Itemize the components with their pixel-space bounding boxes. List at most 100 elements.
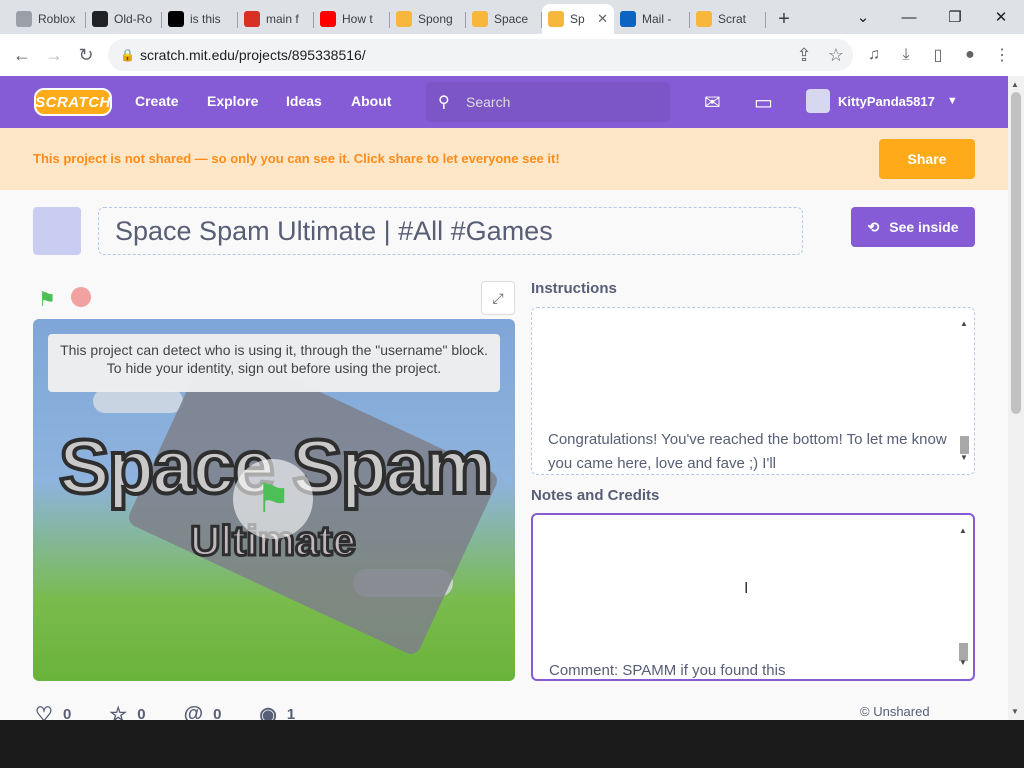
messages-icon[interactable]: ✉ — [704, 90, 721, 115]
chevron-down-icon: ▼ — [946, 95, 958, 107]
bookmark-icon — [244, 11, 260, 27]
search-input[interactable]: ⚲ Search — [426, 82, 670, 122]
menu-icon[interactable]: ⋮ — [986, 39, 1018, 71]
browser-tab[interactable]: Old-Ro — [86, 4, 162, 34]
notes-scrollbar[interactable]: ▲ ▼ — [955, 515, 971, 679]
scratch-icon — [472, 11, 488, 27]
side-panel-icon[interactable]: ▯ — [922, 39, 954, 71]
youtube-icon — [320, 11, 336, 27]
close-tab-icon[interactable]: ✕ — [597, 11, 608, 27]
tab-search-icon[interactable]: ⌄ — [840, 0, 886, 34]
see-inside-button[interactable]: ⟲ See inside — [851, 207, 975, 247]
nav-ideas[interactable]: Ideas — [286, 93, 322, 109]
notes-text: Comment: SPAMM if you found this — [549, 662, 786, 679]
avatar — [806, 89, 830, 113]
views-count: 1 — [286, 706, 296, 720]
remix-arrows-icon: ⟲ — [867, 218, 880, 235]
page-scrollbar[interactable]: ▲ ▼ — [1008, 76, 1024, 720]
loves-count: 0 — [62, 706, 72, 720]
browser-tab[interactable]: How t — [314, 4, 390, 34]
scroll-down-icon[interactable]: ▼ — [959, 651, 967, 675]
minimize-button[interactable]: — — [886, 0, 932, 34]
see-inside-label: See inside — [889, 219, 959, 235]
tab-label: Spong — [418, 12, 453, 26]
nav-about[interactable]: About — [351, 93, 391, 109]
bookmark-star-icon[interactable]: ☆ — [820, 39, 852, 71]
tab-label: Old-Ro — [114, 12, 153, 26]
back-button[interactable]: ← — [6, 39, 38, 71]
notes-heading: Notes and Credits — [531, 487, 660, 504]
scratch-logo[interactable]: SCRATCH — [34, 88, 112, 116]
tab-label: How t — [342, 12, 373, 26]
stop-sign-icon[interactable] — [71, 287, 91, 307]
taskbar — [0, 720, 1024, 768]
browser-tab[interactable]: is this — [162, 4, 238, 34]
instructions-heading: Instructions — [531, 280, 617, 297]
media-icon[interactable]: ♫ — [858, 39, 890, 71]
page-scroll-thumb[interactable] — [1011, 92, 1021, 414]
instructions-scrollbar[interactable]: ▲ ▼ — [956, 308, 972, 474]
unshared-label: Unshared — [873, 704, 930, 719]
scroll-down-icon[interactable]: ▼ — [960, 446, 968, 470]
remixes-count: 0 — [213, 706, 222, 720]
cloud-decoration — [93, 389, 183, 413]
browser-tab[interactable]: Scrat — [690, 4, 766, 34]
start-green-flag-icon[interactable]: ⚑ — [233, 459, 313, 539]
unshared-status: © Unshared — [860, 704, 930, 719]
fullscreen-icon[interactable]: ⤢ — [481, 281, 515, 315]
favorite-star-icon[interactable]: ☆ — [109, 702, 127, 720]
tab-label: Sp — [570, 12, 585, 26]
search-icon: ⚲ — [438, 94, 450, 111]
scroll-down-icon[interactable]: ▼ — [1011, 707, 1019, 716]
tab-label: Mail - — [642, 12, 672, 26]
views-eye-icon: ◉ — [259, 704, 277, 720]
browser-tab[interactable]: main f — [238, 4, 314, 34]
project-author-avatar[interactable] — [33, 207, 81, 255]
notes-textarea[interactable]: Comment: SPAMM if you found this ▲ ▼ — [531, 513, 975, 681]
download-icon[interactable]: ⤓ — [890, 39, 922, 71]
maximize-button[interactable]: ❐ — [932, 0, 978, 34]
browser-tab[interactable]: Sp ✕ — [542, 4, 614, 34]
nav-create[interactable]: Create — [135, 93, 179, 109]
browser-tab[interactable]: Space — [466, 4, 542, 34]
share-page-icon[interactable]: ⇪ — [788, 39, 820, 71]
outlook-icon — [620, 11, 636, 27]
project-stage[interactable]: Space Spam Ultimate ⚑ This project can d… — [33, 319, 515, 681]
scroll-up-icon[interactable]: ▲ — [959, 519, 967, 543]
nav-explore[interactable]: Explore — [207, 93, 258, 109]
instructions-textarea[interactable]: Congratulations! You've reached the bott… — [531, 307, 975, 475]
scratch-navbar: SCRATCH Create Explore Ideas About ⚲ Sea… — [0, 76, 1008, 128]
share-button[interactable]: Share — [879, 139, 975, 179]
instructions-text: Congratulations! You've reached the bott… — [548, 431, 947, 472]
browser-tab[interactable]: Mail - — [614, 4, 690, 34]
not-shared-banner: This project is not shared — so only you… — [0, 128, 1008, 190]
page-content: SCRATCH Create Explore Ideas About ⚲ Sea… — [0, 76, 1008, 720]
tab-label: Scrat — [718, 12, 747, 26]
user-menu[interactable]: KittyPanda5817 ▼ — [806, 89, 958, 113]
scratch-icon — [696, 11, 712, 27]
love-heart-icon[interactable]: ♡ — [35, 702, 53, 720]
profile-icon[interactable]: ● — [954, 39, 986, 71]
scratch-icon — [396, 11, 412, 27]
tab-label: main f — [266, 12, 299, 26]
new-tab-button[interactable]: + — [766, 4, 802, 34]
address-toolbar: ← → ↻ 🔒 scratch.mit.edu/projects/8953385… — [0, 34, 1024, 76]
tab-label: Space — [494, 12, 529, 26]
forward-button[interactable]: → — [38, 39, 70, 71]
banner-message: This project is not shared — so only you… — [33, 151, 560, 166]
close-window-button[interactable]: ✕ — [978, 0, 1024, 34]
my-stuff-folder-icon[interactable]: ▭ — [754, 90, 773, 115]
browser-tab[interactable]: Spong — [390, 4, 466, 34]
username: KittyPanda5817 — [838, 93, 935, 109]
lock-icon: 🔒 — [120, 48, 135, 62]
remix-spiral-icon: @ — [183, 703, 204, 720]
reload-button[interactable]: ↻ — [70, 39, 102, 71]
project-title-input[interactable]: Space Spam Ultimate | #All #Games — [98, 207, 803, 255]
address-bar[interactable]: 🔒 scratch.mit.edu/projects/895338516/ — [108, 39, 853, 71]
scroll-up-icon[interactable]: ▲ — [1011, 80, 1019, 89]
scroll-up-icon[interactable]: ▲ — [960, 312, 968, 336]
project-stats: ♡ 0 ☆ 0 @ 0 ◉ 1 — [35, 702, 333, 720]
green-flag-icon[interactable]: ⚑ — [38, 287, 56, 312]
tab-label: Roblox — [38, 12, 76, 26]
browser-tab[interactable]: Roblox — [10, 4, 86, 34]
